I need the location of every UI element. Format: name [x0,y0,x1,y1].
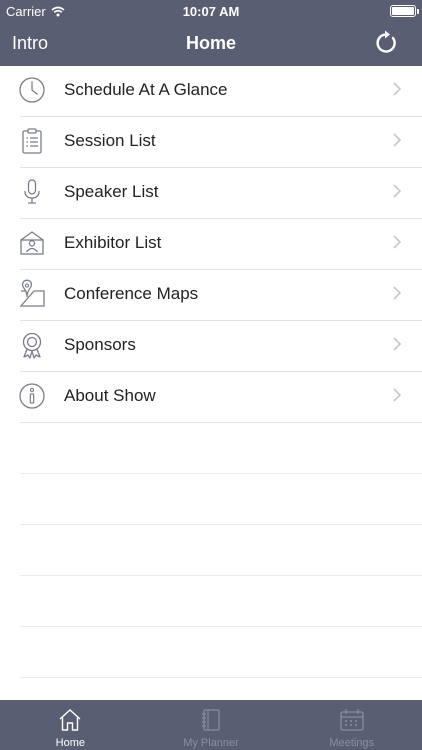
refresh-icon[interactable] [372,29,400,57]
tab-label: My Planner [183,737,239,749]
tab-home[interactable]: Home [0,700,141,750]
chevron-right-icon [393,337,402,351]
clipboard-list-icon [22,128,42,154]
info-icon [19,383,45,409]
menu-item-about-show[interactable]: About Show [0,372,422,423]
calendar-icon [340,709,364,731]
menu-item-label: Schedule At A Glance [64,80,228,99]
chevron-right-icon [393,286,402,300]
status-bar: Carrier 10:07 AM [0,0,422,22]
tab-label: Home [55,737,85,749]
empty-row [0,525,422,576]
empty-row [0,627,422,678]
menu-item-sponsors[interactable]: Sponsors [0,321,422,372]
menu-item-conference-maps[interactable]: Conference Maps [0,270,422,321]
empty-row [0,576,422,627]
chevron-right-icon [393,235,402,249]
menu-item-session-list[interactable]: Session List [0,117,422,168]
empty-row [0,423,422,474]
menu-item-label: Sponsors [64,335,136,354]
clock-icon [19,77,45,103]
chevron-right-icon [393,82,402,96]
menu-item-label: Speaker List [64,182,159,201]
menu-item-speaker-list[interactable]: Speaker List [0,168,422,219]
status-time: 10:07 AM [182,4,240,19]
menu-item-label: Session List [64,131,156,150]
chevron-right-icon [393,133,402,147]
navigation-bar: Intro Home [0,22,422,66]
chevron-right-icon [393,388,402,402]
tab-bar: Home My Planner Meetings [0,700,422,750]
battery-icon [390,5,419,17]
menu-item-schedule[interactable]: Schedule At A Glance [0,66,422,117]
map-pin-icon [19,279,45,307]
menu-item-label: About Show [64,386,156,405]
menu-item-label: Exhibitor List [64,233,162,252]
exhibitor-booth-icon [20,231,44,255]
home-icon [59,709,81,731]
menu-list: Schedule At A Glance Session List Speake… [0,66,422,678]
tab-my-planner[interactable]: My Planner [141,700,282,750]
award-ribbon-icon [22,332,42,359]
menu-item-label: Conference Maps [64,284,199,303]
notebook-icon [202,709,220,731]
page-title: Home [185,33,236,53]
empty-row [0,474,422,525]
chevron-right-icon [393,184,402,198]
tab-label: Meetings [329,737,374,749]
tab-meetings[interactable]: Meetings [281,700,422,750]
back-button[interactable]: Intro [12,33,48,54]
menu-item-exhibitor-list[interactable]: Exhibitor List [0,219,422,270]
microphone-icon [24,179,40,204]
